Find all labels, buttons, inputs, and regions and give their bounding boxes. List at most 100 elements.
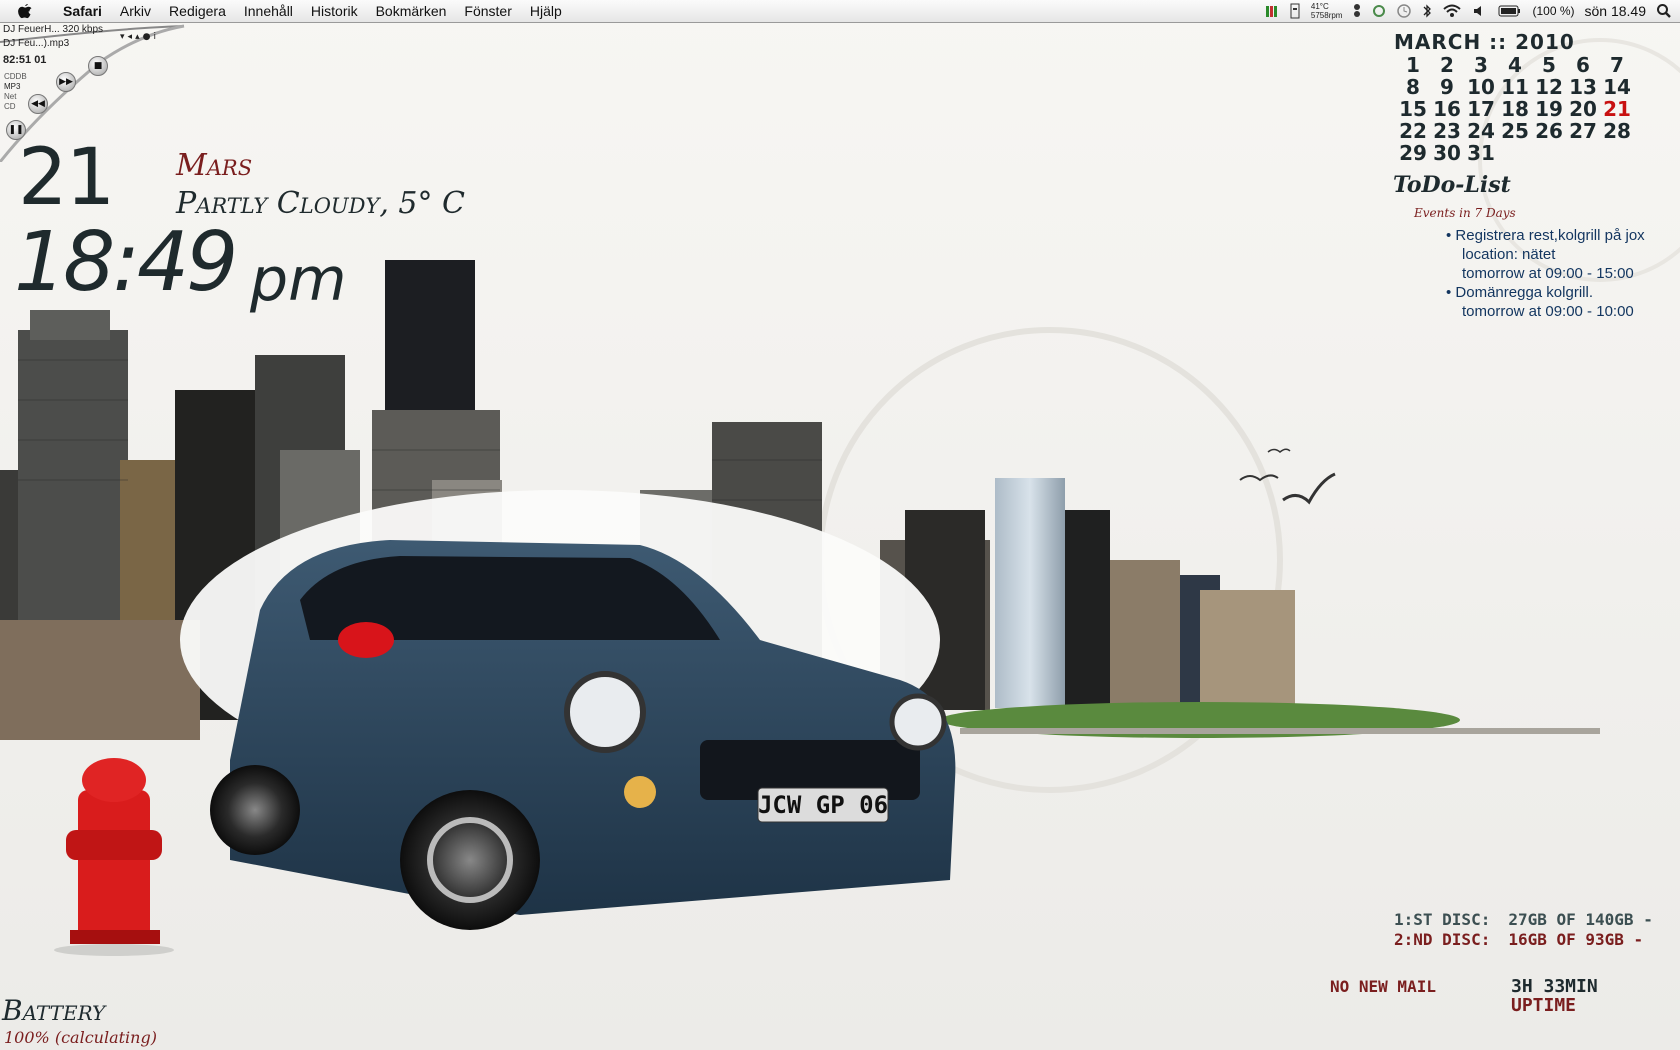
disk-label: 2:ND DISC: xyxy=(1394,930,1491,949)
track-file: DJ Feu...).mp3 xyxy=(3,38,70,49)
calendar-day: 21 xyxy=(1603,97,1631,121)
weather-month: Mars xyxy=(176,148,253,183)
battery-title: Battery xyxy=(2,994,106,1027)
source-mp3[interactable]: MP3 xyxy=(4,82,20,91)
clock-time: 18:49 xyxy=(14,215,238,310)
volume-up-icon[interactable]: ▴ xyxy=(135,32,143,42)
cpu-meter-icon[interactable] xyxy=(1265,4,1279,18)
time-machine-icon[interactable] xyxy=(1396,3,1412,19)
uptime-label: UPTIME xyxy=(1511,995,1577,1016)
calendar-day: 26 xyxy=(1535,119,1563,143)
todo-event: Registrera rest,kolgrill på jox location… xyxy=(1446,226,1644,283)
menu-clock[interactable]: sön 18.49 xyxy=(1585,3,1647,19)
calendar-day: 27 xyxy=(1569,119,1597,143)
date-day: 21 xyxy=(18,133,115,223)
event-time: tomorrow at 09:00 - 15:00 xyxy=(1462,265,1634,282)
volume-icon[interactable] xyxy=(1472,3,1488,19)
calendar-day: 12 xyxy=(1535,75,1563,99)
event-time: tomorrow at 09:00 - 10:00 xyxy=(1462,303,1634,320)
temp-value: 41°C xyxy=(1310,2,1329,11)
calendar-day: 14 xyxy=(1603,75,1631,99)
source-cd[interactable]: CD xyxy=(4,102,16,111)
event-title: Domänregga kolgrill. xyxy=(1446,283,1645,302)
volume-down-icon[interactable]: ◂ xyxy=(128,32,136,42)
calendar-day: 24 xyxy=(1467,119,1495,143)
calendar-day: 16 xyxy=(1433,97,1461,121)
menu-hjalp[interactable]: Hjälp xyxy=(521,0,571,22)
event-location: location: nätet xyxy=(1462,246,1556,263)
disk-value: 16GB OF 93GB - xyxy=(1508,930,1644,949)
calendar-day: 7 xyxy=(1610,53,1624,77)
menu-bokmarken[interactable]: Bokmärken xyxy=(367,0,456,22)
rewind-icon: ◀◀ xyxy=(31,99,45,109)
calendar-day: 17 xyxy=(1467,97,1495,121)
calendar-day: 2 xyxy=(1440,53,1454,77)
todo-event: Domänregga kolgrill. tomorrow at 09:00 -… xyxy=(1446,283,1645,321)
menu-historik[interactable]: Historik xyxy=(302,0,367,22)
menu-safari[interactable]: Safari xyxy=(54,0,111,22)
calendar-day: 4 xyxy=(1508,53,1522,77)
calendar-day: 15 xyxy=(1399,97,1427,121)
calendar-day: 28 xyxy=(1603,119,1631,143)
bluetooth-icon[interactable] xyxy=(1422,3,1432,19)
battery-percent[interactable]: (100 %) xyxy=(1532,4,1574,18)
calendar-day: 22 xyxy=(1399,119,1427,143)
disk-2-usage: 2:ND DISC: 16GB OF 93GB - xyxy=(1394,930,1643,949)
event-title: Registrera rest,kolgrill på jox xyxy=(1446,226,1644,245)
calendar-day: 8 xyxy=(1406,75,1420,99)
disk-value: 27GB OF 140GB - xyxy=(1508,910,1653,929)
track-time: 82:51 01 xyxy=(3,54,47,66)
temperature-icon[interactable] xyxy=(1289,3,1301,19)
source-cddb[interactable]: CDDB xyxy=(4,72,27,81)
apple-icon[interactable] xyxy=(18,3,40,19)
calendar-day: 11 xyxy=(1501,75,1529,99)
disk-1-usage: 1:ST DISC: 27GB OF 140GB - xyxy=(1394,910,1653,929)
battery-icon[interactable] xyxy=(1498,4,1522,18)
track-info: DJ FeuerH... 320 kbps xyxy=(3,24,104,35)
eject-icon[interactable]: ▾ xyxy=(120,32,128,42)
spotlight-icon[interactable] xyxy=(1656,3,1672,19)
menu-arkiv[interactable]: Arkiv xyxy=(111,0,160,22)
menu-fonster[interactable]: Fönster xyxy=(455,0,520,22)
next-track-button[interactable]: ▶▶ xyxy=(56,72,76,92)
todo-subtitle: Events in 7 Days xyxy=(1414,206,1516,220)
growl-icon[interactable] xyxy=(1352,3,1362,19)
calendar-day: 10 xyxy=(1467,75,1495,99)
settings-icon[interactable]: ● xyxy=(143,32,154,42)
calendar-day: 31 xyxy=(1467,141,1495,165)
weather-condition: Partly Cloudy, 5° C xyxy=(176,186,465,221)
todo-title: ToDo-List xyxy=(1393,172,1511,198)
calendar-title: MARCH :: 2010 xyxy=(1394,30,1575,54)
battery-value: 100% (calculating) xyxy=(4,1028,157,1047)
recycle-icon[interactable] xyxy=(1372,4,1386,18)
clock-ampm: pm xyxy=(250,245,347,315)
svg-text:JCW GP 06: JCW GP 06 xyxy=(758,791,888,819)
menu-innehall[interactable]: Innehåll xyxy=(235,0,302,22)
calendar-day: 18 xyxy=(1501,97,1529,121)
uptime-value: 3H 33MIN xyxy=(1511,976,1598,997)
menu-extras: 41°C 5758rpm (100 %) sön 18.49 xyxy=(1265,0,1672,22)
calendar-day: 3 xyxy=(1474,53,1488,77)
calendar-day: 6 xyxy=(1576,53,1590,77)
stop-button[interactable]: ■ xyxy=(88,56,108,76)
fan-rpm-value: 5758rpm xyxy=(1310,11,1343,20)
source-net[interactable]: Net xyxy=(4,92,16,101)
calendar-day: 29 xyxy=(1399,141,1427,165)
previous-track-button[interactable]: ◀◀ xyxy=(28,94,48,114)
calendar-day: 1 xyxy=(1406,53,1420,77)
calendar-day: 25 xyxy=(1501,119,1529,143)
calendar-day: 19 xyxy=(1535,97,1563,121)
menu-bar: Safari Arkiv Redigera Innehåll Historik … xyxy=(0,0,1680,23)
stop-icon: ■ xyxy=(93,61,103,71)
todo-list: Registrera rest,kolgrill på jox location… xyxy=(1446,226,1645,321)
temp-fan-readout[interactable]: 41°C 5758rpm xyxy=(1311,2,1343,20)
mail-status: NO NEW MAIL xyxy=(1330,977,1436,996)
mini-controls[interactable]: ▾◂▴●i xyxy=(120,32,159,42)
wifi-icon[interactable] xyxy=(1442,3,1462,19)
calendar-grid: 1 2 3 4 5 6 7 8 9 10 11 12 13 14 15 16 17 18 19 20 21 22 23 24 2… xyxy=(1396,54,1664,164)
menu-redigera[interactable]: Redigera xyxy=(160,0,235,22)
calendar-day: 30 xyxy=(1433,141,1461,165)
disk-label: 1:ST DISC: xyxy=(1394,910,1491,929)
info-icon[interactable]: i xyxy=(153,32,159,42)
calendar-day: 23 xyxy=(1433,119,1461,143)
